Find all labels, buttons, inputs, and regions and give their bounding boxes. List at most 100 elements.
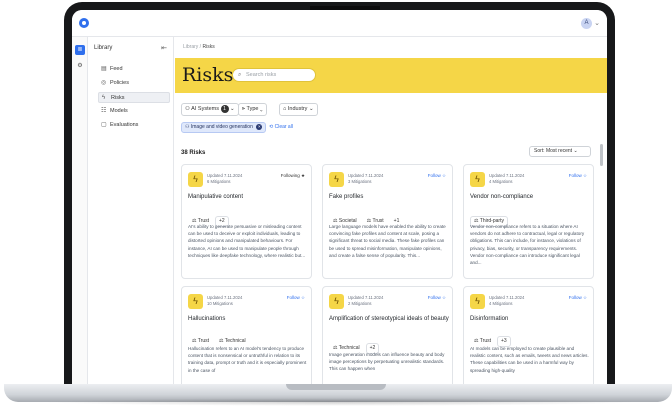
tag-list: ⚖ Third-party xyxy=(470,209,510,227)
sidebar-item-label: Models xyxy=(110,108,128,114)
card-title[interactable]: Fake profiles xyxy=(329,193,449,201)
card-meta: Updated 7.11.2024 6 Mitigations xyxy=(207,173,242,185)
follow-button[interactable]: Follow ☆ xyxy=(569,295,587,301)
type-icon: ⫸ xyxy=(242,106,246,112)
results-count: 38 Risks xyxy=(181,150,206,156)
mitigation-count: 10 Mitigations xyxy=(207,301,233,306)
card-description: AI's ability to generate persuasive or m… xyxy=(188,224,306,258)
card-meta: Updated 7.11.2024 2 Mitigations xyxy=(348,295,383,307)
mitigation-count: 3 Mitigations xyxy=(348,179,372,184)
risk-card[interactable]: ϟ Updated 7.11.2024 2 Mitigations Follow … xyxy=(322,286,453,384)
risk-card[interactable]: ϟ Updated 7.11.2024 10 Mitigations Follow… xyxy=(181,286,312,384)
breadcrumb-current: Risks xyxy=(202,44,215,50)
risk-card[interactable]: ϟ Updated 7.11.2024 4 Mitigations Follow … xyxy=(463,164,594,279)
sidebar-item-policies[interactable]: ◎ Policies xyxy=(98,78,170,89)
card-title[interactable]: Disinformation xyxy=(470,315,590,323)
card-description: AI models can be employed to create plau… xyxy=(470,346,589,373)
sort-dropdown[interactable]: Sort: Most recent ⌄ xyxy=(529,146,591,157)
lightning-icon: ϟ xyxy=(470,294,485,309)
sidebar-title: Library xyxy=(94,45,113,51)
brand-logo-icon[interactable] xyxy=(79,18,89,28)
sidebar: Library ⇤ ▤ Feed ◎ Policies ϟ Risks ☷ Models… xyxy=(88,37,174,384)
chevron-down-icon: ⌄ xyxy=(260,106,263,112)
policies-icon: ◎ xyxy=(101,80,107,86)
clear-all-link[interactable]: ⟲ Clear all xyxy=(269,124,293,130)
filter-type[interactable]: ⫸ Type ⌄ xyxy=(238,103,267,116)
breadcrumb-parent[interactable]: Library xyxy=(183,44,198,50)
breadcrumb: Library / Risks xyxy=(183,44,215,50)
tag-list: ⚖ Societal ⚖ Trust +1 xyxy=(329,209,405,227)
filter-count-badge: 1 xyxy=(220,104,229,113)
list-icon[interactable]: ≣ xyxy=(75,45,85,55)
mitigation-count: 2 Mitigations xyxy=(348,301,372,306)
sidebar-item-evaluations[interactable]: ▢ Evaluations xyxy=(98,120,170,131)
risk-card[interactable]: ϟ Updated 7.11.2024 3 Mitigations Follow … xyxy=(322,164,453,279)
follow-button[interactable]: Following ★ xyxy=(281,173,305,179)
search-input[interactable]: ⌕ Search risks xyxy=(232,68,316,82)
lightning-icon: ϟ xyxy=(188,172,203,187)
collapse-sidebar-icon[interactable]: ⇤ xyxy=(161,44,167,52)
sidebar-item-label: Policies xyxy=(110,80,129,86)
card-title[interactable]: Hallucinations xyxy=(188,315,308,323)
sidebar-item-label: Evaluations xyxy=(110,122,139,128)
follow-button[interactable]: Follow ☆ xyxy=(569,173,587,179)
risk-card[interactable]: ϟ Updated 7.11.2024 4 Mitigations Follow … xyxy=(463,286,594,384)
follow-button[interactable]: Follow ☆ xyxy=(428,173,446,179)
lightning-icon: ϟ xyxy=(102,95,106,101)
page-title: Risks xyxy=(182,64,234,86)
card-description: Vendor non-compliance refers to a situat… xyxy=(470,224,585,266)
remove-filter-icon[interactable]: × xyxy=(256,123,263,130)
lightning-icon: ϟ xyxy=(188,294,203,309)
laptop-base-notch xyxy=(286,384,386,390)
lightning-icon: ϟ xyxy=(329,172,344,187)
avatar[interactable]: A xyxy=(581,18,592,29)
ai-systems-icon: ⚇ xyxy=(185,106,190,112)
scrollbar[interactable] xyxy=(600,144,603,166)
main-content: Library / Risks Risks ⌕ Search risks ⚇ AI… xyxy=(175,37,607,384)
tag-list: ⚖ Trust +3 xyxy=(470,329,513,347)
chip-label: Image and video generation xyxy=(190,124,253,130)
mitigation-count: 4 Mitigations xyxy=(489,301,513,306)
filter-ai-systems[interactable]: ⚇ AI Systems 1 ⌄ xyxy=(181,103,239,116)
tag-list: ⚖ Trust ⚖ Technical xyxy=(188,329,252,347)
filter-label: Type xyxy=(246,106,259,112)
follow-button[interactable]: Follow ☆ xyxy=(287,295,305,301)
chevron-down-icon[interactable]: ⌄ xyxy=(594,19,600,27)
sidebar-item-label: Risks xyxy=(111,95,125,101)
card-meta: Updated 7.11.2024 4 Mitigations xyxy=(489,295,524,307)
card-title[interactable]: Manipulative content xyxy=(188,193,308,201)
chevron-down-icon: ⌄ xyxy=(308,106,314,112)
filter-label: Industry xyxy=(287,106,308,112)
mitigation-count: 4 Mitigations xyxy=(489,179,513,184)
sidebar-item-feed[interactable]: ▤ Feed xyxy=(98,64,170,75)
sidebar-item-risks[interactable]: ϟ Risks xyxy=(98,92,170,103)
risk-card[interactable]: ϟ Updated 7.11.2024 6 Mitigations Followi… xyxy=(181,164,312,279)
sidebar-item-label: Feed xyxy=(110,66,123,72)
card-description: Hallucination refers to an AI model's te… xyxy=(188,346,307,373)
sidebar-item-models[interactable]: ☷ Models xyxy=(98,106,170,117)
filter-label: AI Systems xyxy=(191,106,219,112)
card-title[interactable]: Vendor non-compliance xyxy=(470,193,590,201)
ai-systems-icon: ⚇ xyxy=(185,124,190,130)
search-icon: ⌕ xyxy=(238,72,242,78)
laptop-frame: A ⌄ ≣ ⚙ Library ⇤ ▤ Feed ◎ Policies ϟ Risks… xyxy=(64,2,615,390)
feed-icon: ▤ xyxy=(101,66,107,72)
top-bar: A ⌄ xyxy=(72,10,607,37)
card-meta: Updated 7.11.2024 10 Mitigations xyxy=(207,295,242,307)
gear-icon[interactable]: ⚙ xyxy=(75,61,85,71)
card-title[interactable]: Amplification of stereotypical ideals of… xyxy=(329,315,449,323)
card-meta: Updated 7.11.2024 4 Mitigations xyxy=(489,173,524,185)
active-filter-chip[interactable]: ⚇ Image and video generation × xyxy=(181,122,267,133)
models-icon: ☷ xyxy=(101,108,107,114)
lightning-icon: ϟ xyxy=(470,172,485,187)
industry-icon: ⌂ xyxy=(283,106,287,112)
tag-list: ⚖ Trust +2 xyxy=(188,209,231,227)
lightning-icon: ϟ xyxy=(329,294,344,309)
laptop-shadow xyxy=(40,398,640,406)
tag-list: ⚖ Technical +2 xyxy=(329,336,381,354)
follow-button[interactable]: Follow ☆ xyxy=(428,295,446,301)
search-placeholder: Search risks xyxy=(246,72,277,78)
card-description: Image generation models can influence be… xyxy=(329,352,445,372)
clear-all-label: Clear all xyxy=(274,124,293,130)
filter-industry[interactable]: ⌂ Industry ⌄ xyxy=(279,103,318,116)
